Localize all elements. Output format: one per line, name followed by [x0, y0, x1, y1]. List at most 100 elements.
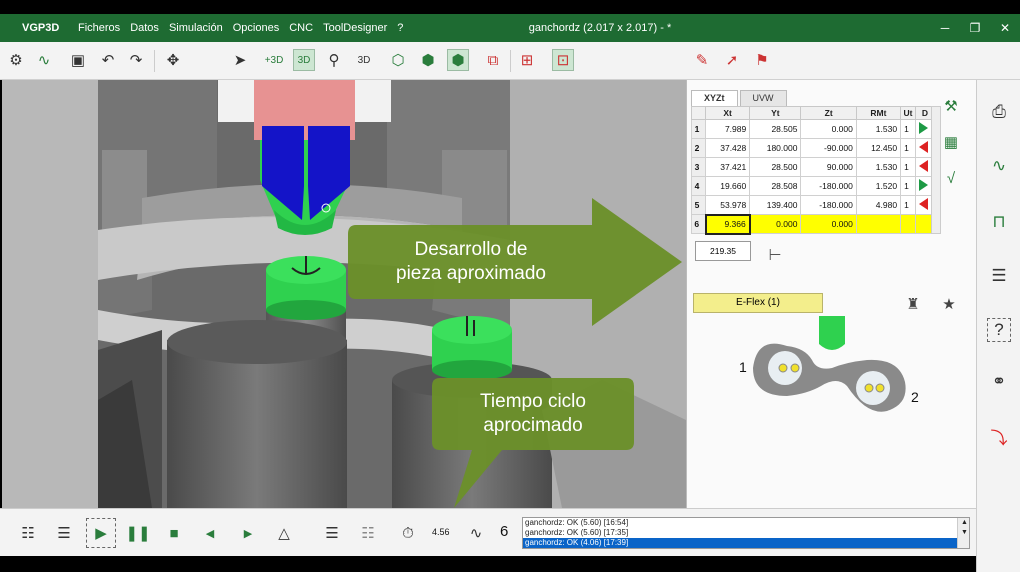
- step-back-button[interactable]: ◀: [198, 521, 222, 545]
- stop-button[interactable]: ■: [162, 521, 186, 545]
- add-list-icon[interactable]: ☰: [320, 521, 344, 545]
- grid-table-icon[interactable]: ▦: [941, 132, 961, 152]
- formula-icon[interactable]: √: [941, 168, 961, 188]
- cell-yt[interactable]: 28.505: [749, 119, 802, 139]
- table-row[interactable]: 1 7.989 28.505 0.000 1.530 1: [691, 119, 936, 139]
- maximize-button[interactable]: ❐: [966, 19, 984, 37]
- tab-xyzt[interactable]: XYZt: [691, 90, 738, 106]
- coordinates-table[interactable]: Xt Yt Zt RMt Ut D 1 7.989 28.505 0.000 1.530…: [691, 106, 936, 235]
- table-row[interactable]: 5 53.978 139.400 -180.000 4.980 1: [691, 195, 936, 215]
- rotate-3d-icon[interactable]: 3D: [293, 49, 315, 71]
- cell-zt[interactable]: 0.000: [800, 119, 857, 139]
- log-entry[interactable]: ganchordz: OK (5.60) [17:35]: [523, 528, 969, 538]
- play-button[interactable]: ▶: [86, 518, 116, 548]
- wire-icon[interactable]: ∿: [33, 49, 55, 71]
- coordinate-tabs: XYZt UVW: [691, 90, 787, 106]
- step-forward-button[interactable]: ▶: [236, 521, 260, 545]
- cell-rmt[interactable]: 1.530: [855, 119, 902, 139]
- cell-zt[interactable]: -180.000: [800, 195, 857, 215]
- cell-xt[interactable]: 9.366: [704, 213, 751, 235]
- warning-triangle-icon[interactable]: △: [272, 521, 296, 545]
- minimize-button[interactable]: ─: [936, 19, 954, 37]
- wireframe-view-icon[interactable]: ⬡: [387, 49, 409, 71]
- solid-view-icon[interactable]: ⬢: [447, 49, 469, 71]
- transform-icon[interactable]: ✥: [162, 49, 184, 71]
- table-row[interactable]: 2 37.428 180.000 -90.000 12.450 1: [691, 138, 936, 158]
- cell-rmt[interactable]: 1.530: [855, 157, 902, 177]
- cell-yt[interactable]: 139.400: [749, 195, 802, 215]
- cell-rmt[interactable]: 4.980: [855, 195, 902, 215]
- cell-xt[interactable]: 7.989: [704, 119, 751, 139]
- cell-ut[interactable]: 1: [900, 138, 916, 158]
- execution-log[interactable]: ganchordz: OK (5.60) [16:54] ganchordz: …: [522, 517, 970, 549]
- cell-yt[interactable]: 0.000: [749, 214, 802, 234]
- fixture-icon[interactable]: ⊓: [987, 210, 1011, 234]
- list-icon[interactable]: ☰: [987, 264, 1011, 288]
- cell-rmt[interactable]: 12.450: [855, 138, 902, 158]
- export-icon[interactable]: ⎙: [987, 100, 1011, 124]
- log-entry[interactable]: ganchordz: OK (5.60) [16:54]: [523, 518, 969, 528]
- close-button[interactable]: ✕: [996, 19, 1014, 37]
- table-header-row: Xt Yt Zt RMt Ut D: [691, 106, 936, 120]
- help-icon[interactable]: ?: [987, 318, 1011, 342]
- eflex-selector[interactable]: E-Flex (1): [693, 293, 823, 313]
- undo-icon[interactable]: ↶: [97, 49, 119, 71]
- redo-icon[interactable]: ↷: [125, 49, 147, 71]
- cursor-red-icon[interactable]: ➚: [721, 49, 743, 71]
- cell-xt[interactable]: 37.428: [704, 138, 751, 158]
- section-view-icon[interactable]: ⧉: [482, 49, 504, 71]
- diagram-label-1: 1: [739, 359, 747, 375]
- center-grid-icon[interactable]: ⊞: [516, 49, 538, 71]
- length-measure-icon[interactable]: ⊢: [765, 245, 785, 265]
- star-add-icon[interactable]: ★: [939, 294, 959, 314]
- step-list-icon[interactable]: ☰: [52, 521, 76, 545]
- wire-shape-icon[interactable]: ∿: [987, 154, 1011, 178]
- pan-3d-icon[interactable]: +3D: [263, 49, 285, 71]
- select-pointer-icon[interactable]: ➤: [229, 49, 251, 71]
- cell-zt[interactable]: -90.000: [800, 138, 857, 158]
- table-row[interactable]: 3 37.421 28.500 90.000 1.530 1: [691, 157, 936, 177]
- cell-rmt[interactable]: [855, 214, 902, 234]
- row-number: 2: [691, 138, 706, 158]
- measure-icon[interactable]: ⊡: [552, 49, 574, 71]
- cell-ut[interactable]: 1: [900, 119, 916, 139]
- flag-icon[interactable]: ⚑: [751, 49, 773, 71]
- cell-zt[interactable]: 0.000: [800, 214, 857, 234]
- disabled-list-icon[interactable]: ☷: [356, 521, 380, 545]
- table-row[interactable]: 6 9.366 0.000 0.000: [691, 213, 936, 235]
- cell-zt[interactable]: -180.000: [800, 176, 857, 196]
- zoom-fit-3d-icon[interactable]: 3D: [353, 49, 375, 71]
- log-entry-selected[interactable]: ganchordz: OK (4.06) [17:39]: [523, 538, 969, 548]
- tool-check-icon[interactable]: ♜: [903, 294, 923, 314]
- cell-rmt[interactable]: 1.520: [855, 176, 902, 196]
- arrow-down-icon[interactable]: ⤵: [987, 424, 1011, 448]
- binoculars-icon[interactable]: ⚭: [987, 370, 1011, 394]
- cell-ut[interactable]: [900, 214, 916, 234]
- cell-xt[interactable]: 37.421: [704, 157, 751, 177]
- direction-right-icon: [918, 179, 928, 191]
- tool-wrench-icon[interactable]: ⚒: [941, 96, 961, 116]
- callout-cycle-text: Tiempo ciclo aprocimado: [434, 390, 632, 438]
- save-icon[interactable]: ▣: [67, 49, 89, 71]
- cell-xt[interactable]: 19.660: [704, 176, 751, 196]
- cell-zt[interactable]: 90.000: [800, 157, 857, 177]
- edit-list-icon[interactable]: ☷: [16, 521, 40, 545]
- machine-icon[interactable]: ⚙: [5, 49, 27, 71]
- pencil-icon[interactable]: ✎: [691, 49, 713, 71]
- log-scrollbar[interactable]: ▲ ▼: [957, 518, 969, 548]
- developed-length-field[interactable]: 219.35: [695, 241, 751, 261]
- table-row[interactable]: 4 19.660 28.508 -180.000 1.520 1: [691, 176, 936, 196]
- cell-ut[interactable]: 1: [900, 176, 916, 196]
- cell-xt[interactable]: 53.978: [704, 195, 751, 215]
- tab-uvw[interactable]: UVW: [739, 90, 787, 106]
- table-scrollbar[interactable]: [931, 106, 941, 234]
- cell-yt[interactable]: 28.508: [749, 176, 802, 196]
- hidden-lines-view-icon[interactable]: ⬢: [417, 49, 439, 71]
- cell-yt[interactable]: 180.000: [749, 138, 802, 158]
- cell-yt[interactable]: 28.500: [749, 157, 802, 177]
- pause-button[interactable]: ❚❚: [125, 521, 150, 545]
- cell-ut[interactable]: 1: [900, 195, 916, 215]
- 3d-viewport[interactable]: Desarrollo de pieza aproximado Tiempo ci…: [2, 80, 686, 508]
- cell-ut[interactable]: 1: [900, 157, 916, 177]
- zoom-icon[interactable]: ⚲: [323, 49, 345, 71]
